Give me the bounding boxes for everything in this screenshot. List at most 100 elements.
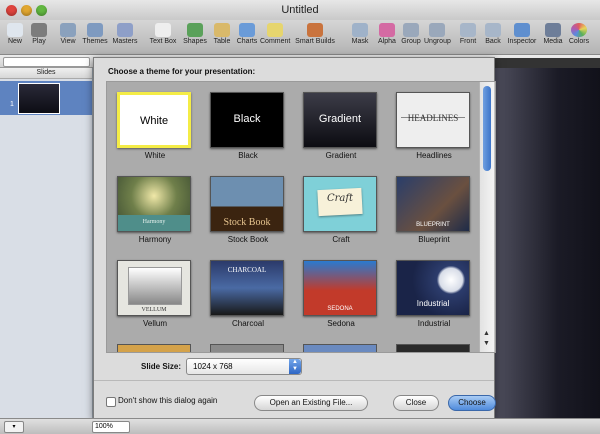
theme-charcoal[interactable]: CHARCOAL Charcoal (202, 250, 294, 332)
table-icon (214, 23, 230, 37)
theme-name: White (144, 151, 166, 160)
view-icon (60, 23, 76, 37)
toolbar-new-button[interactable]: New (2, 21, 28, 45)
back-icon (485, 23, 501, 37)
slide-canvas[interactable] (494, 68, 600, 418)
theme-gradient[interactable]: Gradient Gradient (295, 82, 387, 164)
theme-name: Craft (332, 235, 350, 244)
themes-icon (87, 23, 103, 37)
theme-stock-book[interactable]: Stock Book Stock Book (202, 166, 294, 248)
smartbuilds-icon (307, 23, 323, 37)
thumbnail-photo (128, 267, 182, 305)
window-title-bar: Untitled (0, 0, 600, 21)
theme-blueprint[interactable]: BLUEPRINT Blueprint (388, 166, 480, 248)
theme-thumbnail[interactable]: Craft (303, 176, 377, 232)
mask-icon (352, 23, 368, 37)
theme-thumbnail[interactable]: BLUEPRINT (396, 176, 470, 232)
bottom-bar: ▾ 100% (0, 418, 600, 434)
toolbar-media-button[interactable]: Media (540, 21, 566, 45)
slide-size-select[interactable]: 1024 x 768 ▲ ▼ (186, 358, 302, 375)
dont-show-checkbox[interactable] (106, 397, 116, 407)
toolbar-view-label: View (60, 38, 76, 45)
toolbar-inspector-button[interactable]: Inspector (506, 21, 538, 45)
open-existing-file-button[interactable]: Open an Existing File... (254, 395, 368, 411)
theme-thumbnail-partial[interactable] (210, 344, 284, 352)
view-options-icon[interactable]: ▾ (4, 421, 24, 433)
toolbar-group-button[interactable]: Group (398, 21, 424, 45)
theme-black[interactable]: Black Black (202, 82, 294, 164)
slide-thumbnail[interactable] (18, 83, 60, 114)
front-icon (460, 23, 476, 37)
theme-thumbnail[interactable]: Black (210, 92, 284, 148)
toolbar-ungroup-button[interactable]: Ungroup (424, 21, 451, 45)
theme-thumbnail[interactable]: CHARCOAL (210, 260, 284, 316)
toolbar: New Play View Themes Masters Text Box Shapes Ta… (0, 20, 600, 55)
scrollbar-thumb[interactable] (483, 86, 491, 171)
toolbar-mask-label: Mask (351, 38, 369, 45)
style-popup[interactable] (3, 57, 90, 67)
toolbar-play-button[interactable]: Play (26, 21, 52, 45)
theme-thumbnail[interactable]: Gradient (303, 92, 377, 148)
choose-button[interactable]: Choose (448, 395, 496, 411)
scroll-up-arrow-icon[interactable]: ▲ (483, 330, 490, 337)
theme-craft[interactable]: Craft Craft (295, 166, 387, 248)
close-button[interactable]: Close (393, 395, 439, 411)
toolbar-front-button[interactable]: Front (455, 21, 481, 45)
toolbar-charts-button[interactable]: Charts (232, 21, 262, 45)
theme-scrollbar[interactable]: ▲ ▼ (479, 82, 494, 352)
theme-headlines[interactable]: HEADLINES Headlines (388, 82, 480, 164)
zoom-value: 100% (95, 423, 113, 430)
toolbar-inspector-label: Inspector (507, 38, 537, 45)
theme-name: Blueprint (418, 235, 450, 244)
theme-thumbnail[interactable]: VELLUM (117, 260, 191, 316)
theme-name: Harmony (138, 235, 172, 244)
theme-thumbnail-text: Harmony (142, 219, 166, 225)
theme-white[interactable]: White White (109, 82, 201, 164)
theme-name: Headlines (416, 151, 452, 160)
toolbar-view-button[interactable]: View (55, 21, 81, 45)
group-icon (403, 23, 419, 37)
theme-thumbnail[interactable]: White (117, 92, 191, 148)
zoom-select[interactable]: 100% (92, 421, 130, 433)
toolbar-back-button[interactable]: Back (480, 21, 506, 45)
theme-thumbnail-partial[interactable] (303, 344, 377, 352)
toolbar-shapes-button[interactable]: Shapes (180, 21, 210, 45)
theme-grid: White White Black Black Gradient Gradient HEAD… (107, 82, 479, 352)
theme-thumbnail[interactable]: HEADLINES (396, 92, 470, 148)
toolbar-masters-button[interactable]: Masters (112, 21, 138, 45)
toolbar-comment-button[interactable]: Comment (260, 21, 290, 45)
theme-thumbnail[interactable]: Harmony (117, 176, 191, 232)
theme-thumbnail-partial[interactable] (117, 344, 191, 352)
slides-header: Slides (0, 68, 92, 79)
theme-name: Charcoal (231, 319, 264, 328)
theme-thumbnail[interactable]: SEDONA (303, 260, 377, 316)
theme-name: Black (238, 151, 258, 160)
theme-thumbnail-text: Stock Book (223, 217, 271, 228)
slide-thumbnail-row[interactable]: 1 (0, 81, 92, 115)
theme-thumbnail-text: HEADLINES (407, 113, 459, 123)
toolbar-colors-label: Colors (568, 38, 590, 45)
toolbar-charts-label: Charts (236, 38, 258, 45)
theme-thumbnail-text: White (139, 115, 169, 127)
theme-thumbnail-partial[interactable] (396, 344, 470, 352)
toolbar-alpha-label: Alpha (378, 38, 396, 45)
theme-thumbnail-text: Craft (326, 193, 354, 204)
toolbar-colors-button[interactable]: Colors (566, 21, 592, 45)
theme-vellum[interactable]: VELLUM Vellum (109, 250, 201, 332)
sheet-heading: Choose a theme for your presentation: (108, 67, 256, 76)
toolbar-themes-button[interactable]: Themes (82, 21, 108, 45)
theme-thumbnail[interactable]: Stock Book (210, 176, 284, 232)
toolbar-textbox-button[interactable]: Text Box (148, 21, 178, 45)
comment-icon (267, 23, 283, 37)
toolbar-mask-button[interactable]: Mask (347, 21, 373, 45)
theme-sedona[interactable]: SEDONA Sedona (295, 250, 387, 332)
toolbar-smartbuilds-button[interactable]: Smart Builds (291, 21, 339, 45)
popup-arrows-icon: ▲ ▼ (289, 359, 301, 374)
toolbar-alpha-button[interactable]: Alpha (374, 21, 400, 45)
scroll-down-arrow-icon[interactable]: ▼ (483, 340, 490, 347)
theme-industrial[interactable]: Industrial Industrial (388, 250, 480, 332)
colors-icon (571, 23, 587, 37)
media-icon (545, 23, 561, 37)
theme-thumbnail[interactable]: Industrial (396, 260, 470, 316)
theme-harmony[interactable]: Harmony Harmony (109, 166, 201, 248)
